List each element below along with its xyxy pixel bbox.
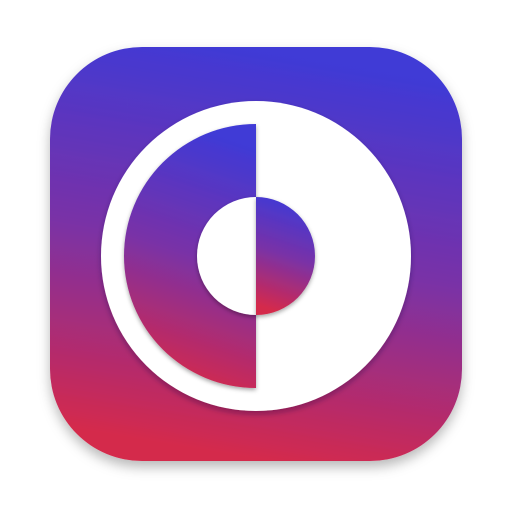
symbol [101,101,411,411]
app-icon [50,47,462,461]
icon-canvas [0,0,512,512]
